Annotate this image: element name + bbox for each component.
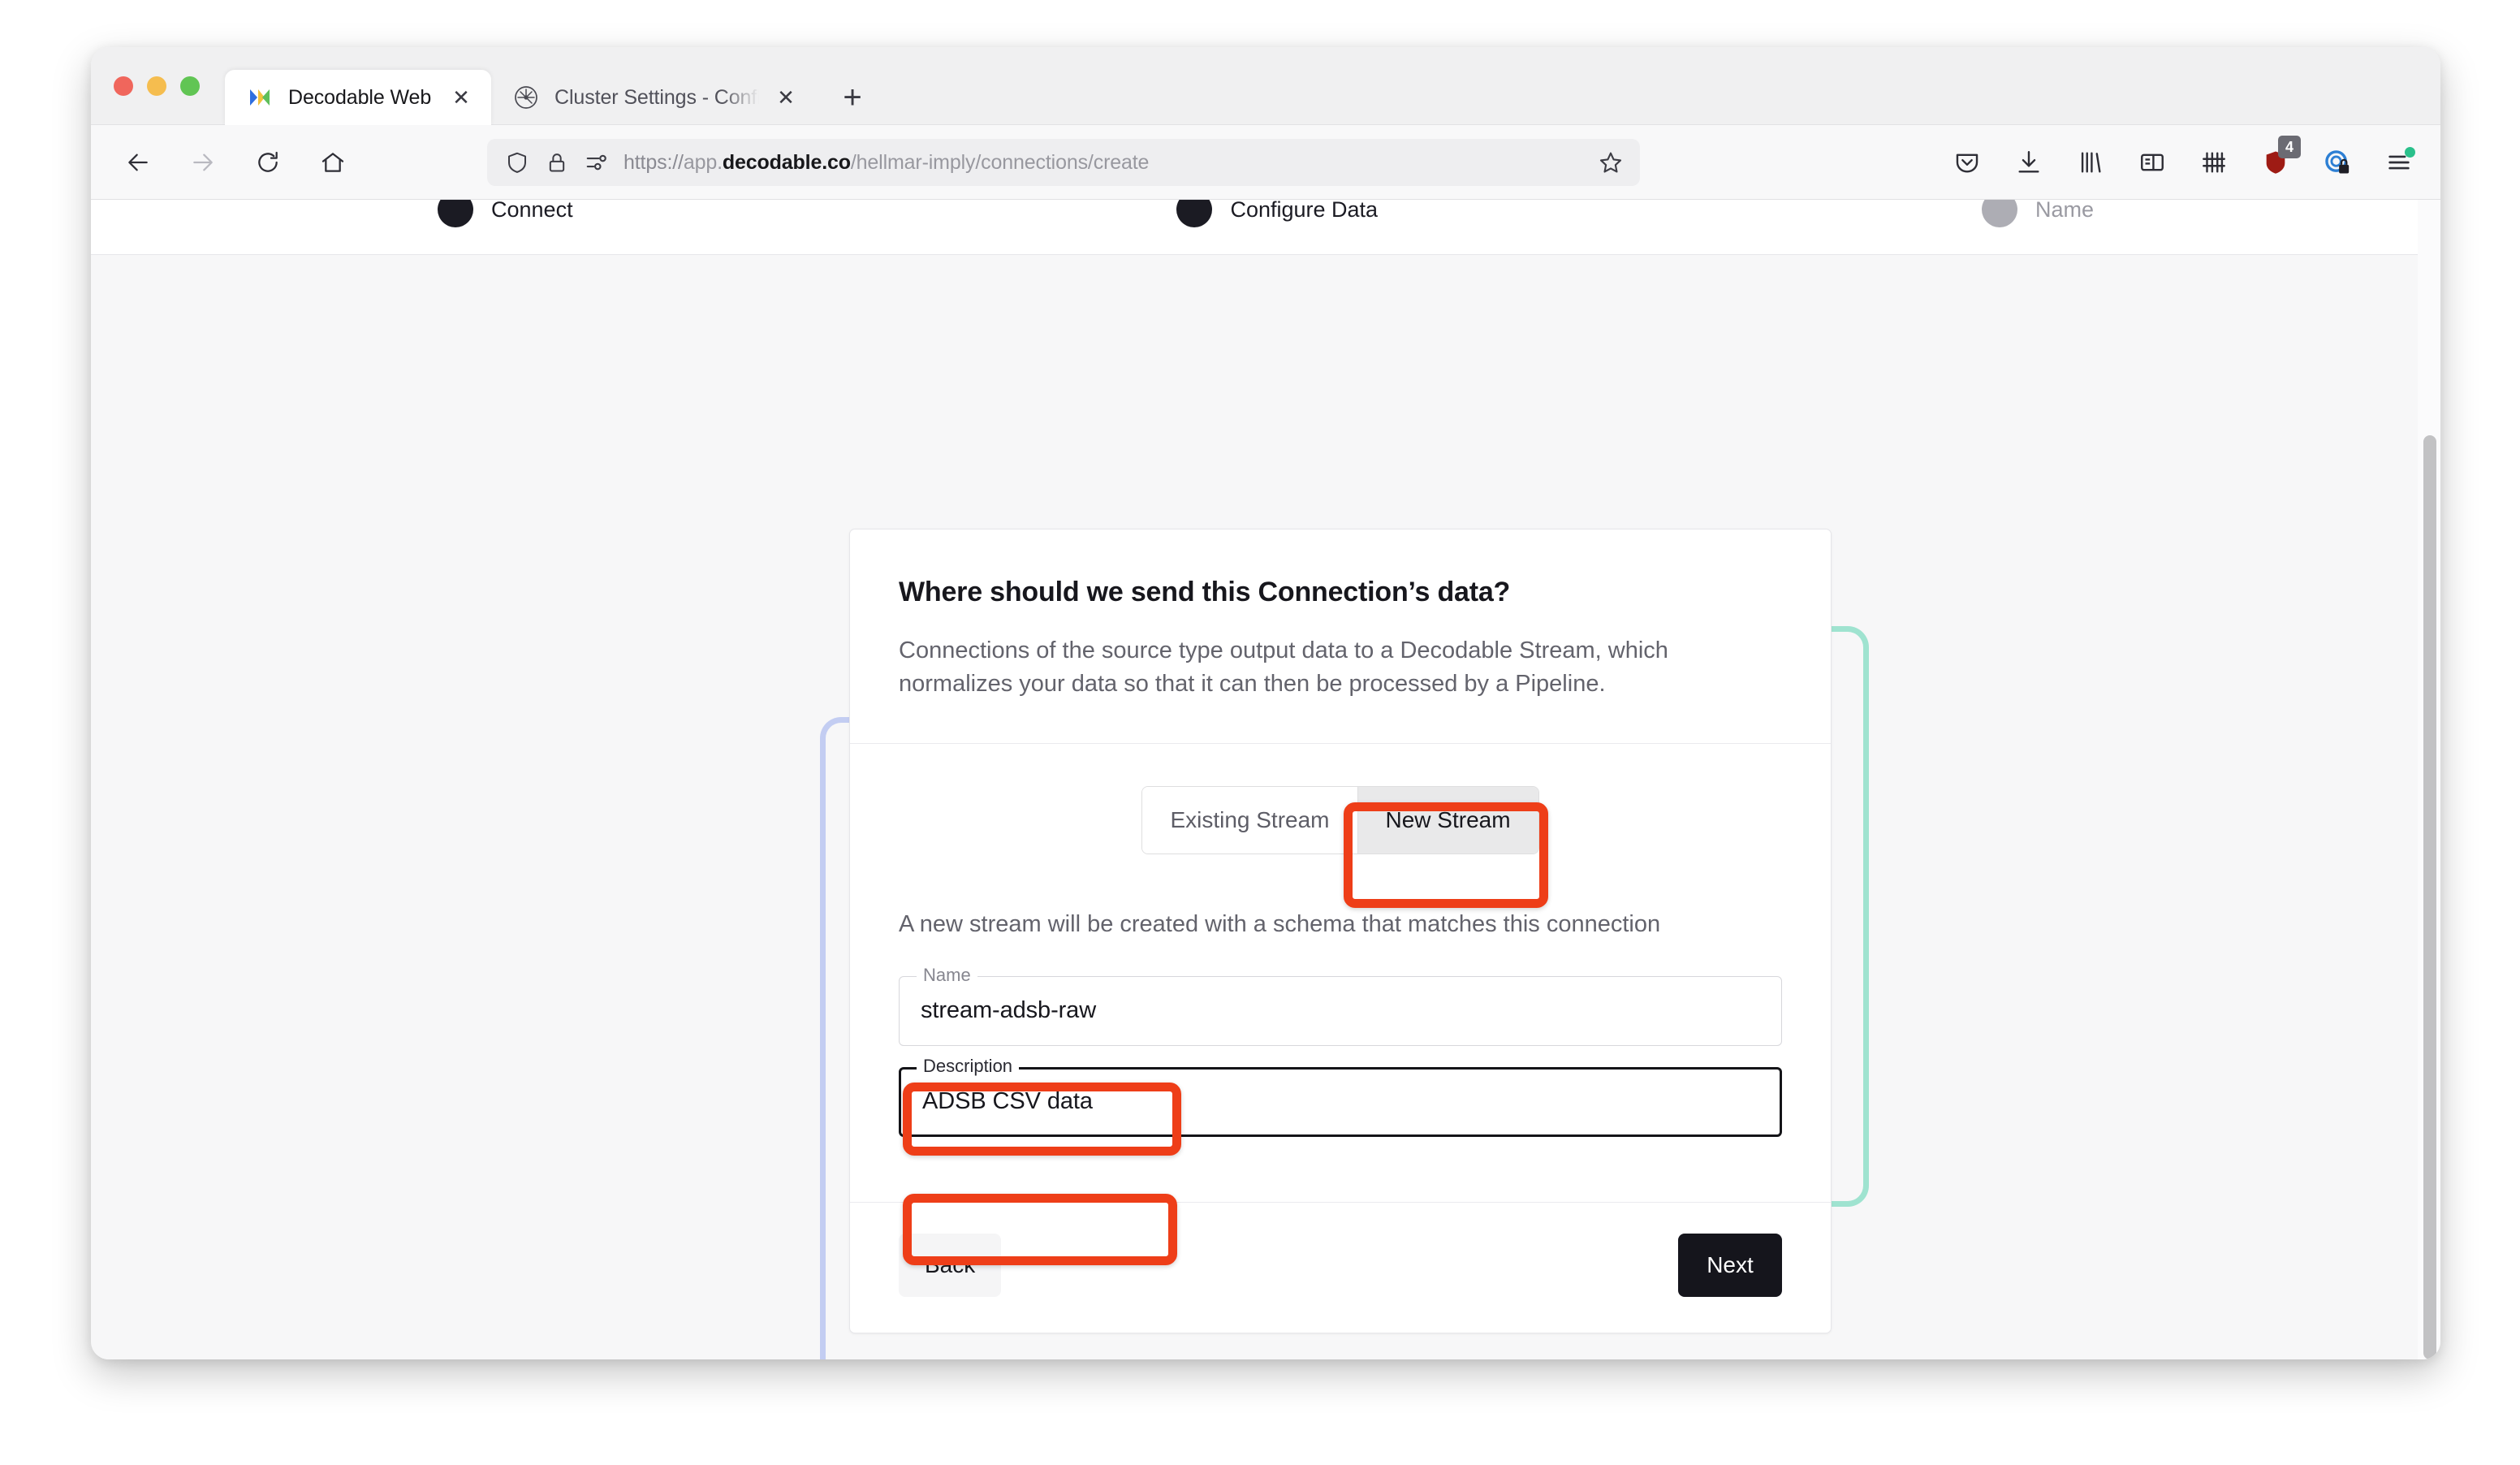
step-indicator-icon xyxy=(438,200,473,227)
page-scrollbar[interactable] xyxy=(2418,200,2440,1359)
step-name[interactable]: Name xyxy=(1981,200,2094,227)
library-icon[interactable] xyxy=(2073,145,2108,179)
url-text: https://app.decodable.co/hellmar-imply/c… xyxy=(624,150,1150,174)
step-label: Name xyxy=(2035,200,2094,222)
window-traffic-lights xyxy=(114,76,200,96)
new-stream-toggle-button[interactable]: New Stream xyxy=(1357,787,1538,854)
confluent-logo-icon xyxy=(512,84,540,111)
step-configure-data[interactable]: Configure Data xyxy=(1176,200,1378,227)
browser-nav-bar: https://app.decodable.co/hellmar-imply/c… xyxy=(91,125,2440,200)
stream-mode-toggle-group: Existing Stream New Stream xyxy=(1141,786,1539,855)
card-subtitle: Connections of the source type output da… xyxy=(899,637,1668,698)
wizard-stepper: Connect Configure Data Name xyxy=(91,200,2440,255)
bookmarks-toolbar-icon[interactable] xyxy=(2197,145,2231,179)
card-footer: Back Next xyxy=(850,1203,1831,1333)
new-stream-helper-text: A new stream will be created with a sche… xyxy=(899,911,1661,938)
ublock-badge-count: 4 xyxy=(2278,136,2301,158)
bookmark-star-icon[interactable] xyxy=(1596,148,1625,177)
close-icon[interactable]: ✕ xyxy=(449,85,473,110)
home-icon[interactable] xyxy=(317,146,349,179)
reload-icon[interactable] xyxy=(252,146,284,179)
back-button[interactable]: Back xyxy=(899,1233,1002,1297)
window-close-button[interactable] xyxy=(114,76,133,96)
stream-description-label: Description xyxy=(917,1055,1020,1077)
forward-arrow-icon xyxy=(187,146,219,179)
stream-name-field[interactable]: Name stream-adsb-raw xyxy=(899,964,1782,1046)
url-bar[interactable]: https://app.decodable.co/hellmar-imply/c… xyxy=(487,139,1640,186)
browser-window: Decodable Web Console ✕ xyxy=(91,47,2440,1359)
step-indicator-icon xyxy=(1176,200,1213,227)
step-connect[interactable]: Connect xyxy=(438,200,573,227)
step-label: Configure Data xyxy=(1230,200,1379,222)
stream-description-field[interactable]: Description ADSB CSV data xyxy=(899,1055,1782,1137)
privacy-lock-icon[interactable] xyxy=(2320,145,2354,179)
pocket-icon[interactable] xyxy=(1950,145,1984,179)
downloads-icon[interactable] xyxy=(2012,145,2046,179)
app-menu-icon[interactable] xyxy=(2382,145,2416,179)
stream-description-input-value[interactable]: ADSB CSV data xyxy=(922,1088,1093,1115)
tab-title: Cluster Settings - Confluent Clo xyxy=(554,85,759,109)
tab-cluster-settings-confluent[interactable]: Cluster Settings - Confluent Clo ✕ xyxy=(491,70,816,125)
window-maximize-button[interactable] xyxy=(180,76,200,96)
stream-name-label: Name xyxy=(917,964,977,986)
stream-destination-card: Where should we send this Connection’s d… xyxy=(849,529,1832,1333)
next-button[interactable]: Next xyxy=(1678,1233,1782,1297)
card-body: Existing Stream New Stream A new stream … xyxy=(850,744,1831,1203)
page-viewport: Connect Configure Data Name Where should… xyxy=(91,200,2440,1359)
decodable-logo-icon xyxy=(246,84,274,111)
nav-button-group xyxy=(91,146,349,179)
tracking-protection-shield-icon[interactable] xyxy=(505,150,529,175)
tab-list: Decodable Web Console ✕ xyxy=(225,63,871,125)
step-indicator-icon xyxy=(1981,200,2017,227)
page-scrollbar-thumb[interactable] xyxy=(2423,435,2436,1359)
existing-stream-toggle-button[interactable]: Existing Stream xyxy=(1142,787,1357,854)
lock-icon[interactable] xyxy=(546,151,568,174)
step-label: Connect xyxy=(491,200,573,222)
ublock-shield-icon[interactable]: 4 xyxy=(2259,136,2301,179)
back-arrow-icon[interactable] xyxy=(122,146,154,179)
sidebar-icon[interactable] xyxy=(2135,145,2169,179)
window-minimize-button[interactable] xyxy=(147,76,166,96)
stream-mode-toggle-wrap: Existing Stream New Stream xyxy=(899,786,1782,855)
new-tab-button[interactable]: + xyxy=(834,79,871,116)
close-icon[interactable]: ✕ xyxy=(774,85,798,110)
update-available-dot xyxy=(2405,147,2415,158)
permissions-icon[interactable] xyxy=(585,150,609,175)
page-title: Where should we send this Connection’s d… xyxy=(899,577,1511,607)
browser-toolbar-right: 4 xyxy=(1950,125,2416,200)
tab-title: Decodable Web Console xyxy=(288,85,434,109)
tab-decodable-web-console[interactable]: Decodable Web Console ✕ xyxy=(225,70,491,125)
url-bar-icons xyxy=(505,150,609,175)
browser-tab-strip: Decodable Web Console ✕ xyxy=(91,47,2440,125)
card-header: Where should we send this Connection’s d… xyxy=(850,529,1831,745)
stream-name-input-value[interactable]: stream-adsb-raw xyxy=(921,997,1096,1024)
